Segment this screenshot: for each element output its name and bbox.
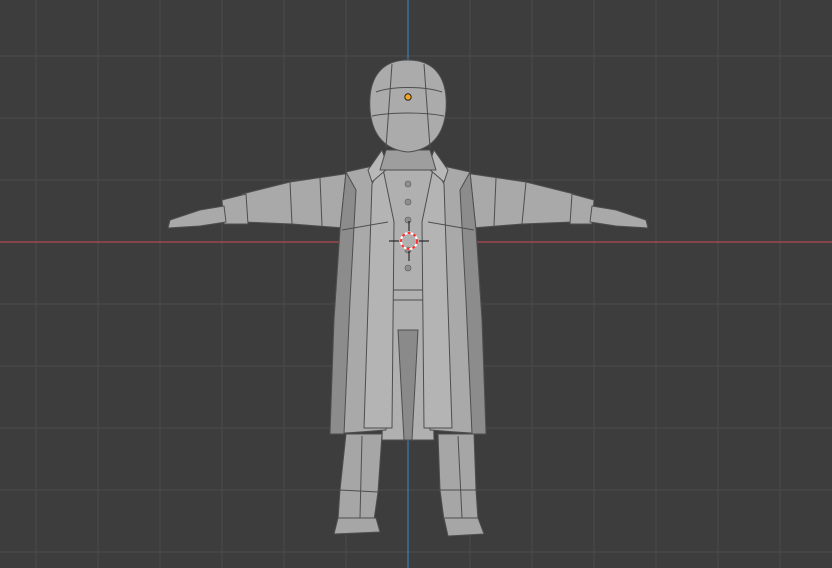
3d-viewport[interactable] (0, 0, 832, 568)
head (369, 59, 447, 153)
legs (333, 433, 485, 537)
viewport-canvas[interactable] (0, 0, 832, 568)
object-origin-point[interactable] (404, 93, 412, 101)
